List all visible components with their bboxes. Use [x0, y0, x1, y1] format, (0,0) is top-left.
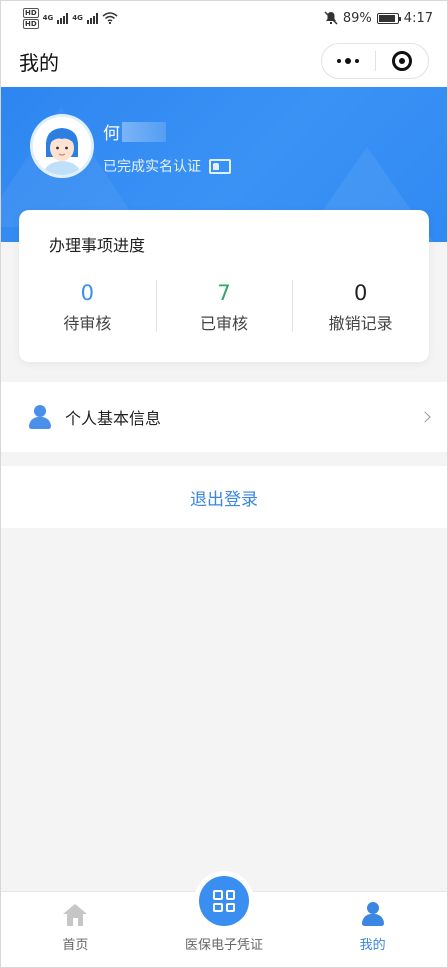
stat-revoked-value: 0	[353, 281, 368, 305]
stat-approved-label: 已审核	[200, 314, 249, 333]
status-right: 89% 4:17	[324, 11, 433, 26]
qr-code-icon	[199, 876, 249, 926]
battery-percent: 89%	[342, 10, 372, 26]
stat-pending-value: 0	[80, 281, 95, 305]
wifi-icon	[102, 12, 118, 24]
status-bar: HD HD 4G 4G 89% 4:17	[1, 1, 447, 35]
user-name: 何	[103, 119, 166, 144]
verified-text: 已完成实名认证	[103, 159, 201, 175]
stat-pending[interactable]: 0 待审核	[19, 280, 156, 334]
page-title: 我的	[19, 50, 59, 75]
battery-icon	[376, 12, 401, 24]
id-card-icon	[209, 158, 231, 174]
tab-home[interactable]: 首页	[1, 892, 150, 967]
user-icon	[361, 902, 384, 926]
progress-card: 办理事项进度 0 待审核 7 已审核 0 撤销记录	[19, 210, 429, 362]
personal-info-row[interactable]: 个人基本信息	[1, 382, 447, 452]
more-button[interactable]	[322, 44, 375, 78]
stat-approved[interactable]: 7 已审核	[155, 280, 293, 334]
avatar-illustration-icon	[33, 117, 91, 175]
battery-fill	[378, 14, 395, 22]
verification-status: 已完成实名认证	[103, 156, 231, 176]
miniprogram-capsule	[321, 43, 429, 79]
more-dots-icon	[337, 58, 360, 64]
avatar[interactable]	[33, 117, 91, 175]
nav-bar: 我的	[1, 35, 447, 87]
chevron-right-icon	[419, 411, 431, 423]
tab-medical-certificate[interactable]: 医保电子凭证	[150, 876, 299, 967]
hd-badge: HD	[23, 7, 39, 18]
mute-icon	[324, 11, 338, 25]
target-icon	[391, 51, 412, 71]
stat-pending-label: 待审核	[63, 314, 112, 333]
stat-revoked[interactable]: 0 撤销记录	[292, 280, 429, 334]
signal-icon	[57, 12, 69, 24]
tab-bar: 首页 医保电子凭证 我的	[1, 876, 447, 967]
close-button[interactable]	[376, 44, 429, 78]
person-icon	[29, 405, 51, 429]
user-name-text: 何	[103, 124, 120, 144]
tab-me-label: 我的	[359, 938, 386, 953]
progress-stats: 0 待审核 7 已审核 0 撤销记录	[19, 280, 429, 334]
personal-info-label: 个人基本信息	[65, 409, 162, 428]
clock: 4:17	[403, 10, 433, 26]
stat-approved-value: 7	[217, 281, 231, 305]
network-label: 4G	[42, 14, 54, 22]
tab-home-label: 首页	[62, 938, 89, 953]
tab-medical-certificate-label: 医保电子凭证	[185, 938, 264, 953]
stat-revoked-label: 撤销记录	[328, 314, 393, 333]
network-label: 4G	[72, 14, 83, 22]
app-frame: HD HD 4G 4G 89% 4:17 我的 何 已完成实名认证 办理事项进度…	[0, 0, 448, 968]
logout-button[interactable]: 退出登录	[1, 466, 447, 528]
progress-card-title: 办理事项进度	[49, 236, 146, 255]
home-icon	[63, 904, 88, 926]
signal-icon	[86, 12, 98, 24]
hd-badge: HD	[23, 18, 39, 29]
tab-me[interactable]: 我的	[298, 892, 447, 967]
redacted-name-block	[122, 121, 166, 142]
status-left: HD HD 4G 4G	[23, 7, 118, 29]
hd-badges: HD HD	[23, 7, 39, 29]
